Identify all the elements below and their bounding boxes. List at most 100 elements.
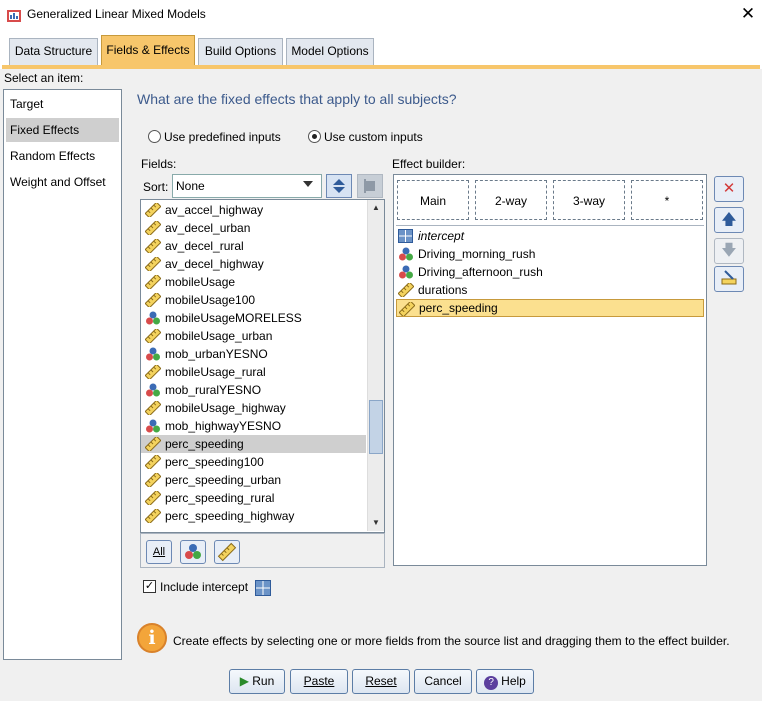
field-item-label: perc_speeding_highway (165, 509, 295, 523)
nav-panel: Target Fixed Effects Random Effects Weig… (3, 89, 122, 660)
field-item[interactable]: mobileUsageMORELESS (141, 309, 366, 327)
drop-zone-main[interactable]: Main (397, 180, 469, 220)
sort-descending-button[interactable] (357, 174, 383, 198)
radio-predefined-inputs[interactable] (148, 130, 161, 143)
edit-effect-button[interactable] (714, 266, 744, 292)
field-item[interactable]: mobileUsage_urban (141, 327, 366, 345)
sort-value: None (176, 179, 205, 193)
field-tools-bar (140, 533, 385, 568)
field-item-label: mob_ruralYESNO (165, 383, 262, 397)
ruler-icon (144, 219, 162, 237)
tab-fields-effects[interactable]: Fields & Effects (101, 35, 195, 66)
field-item-label: mobileUsageMORELESS (165, 311, 302, 325)
nav-item-random-effects[interactable]: Random Effects (6, 144, 119, 168)
field-item[interactable]: mobileUsage100 (141, 291, 366, 309)
info-icon: i (137, 623, 167, 653)
effect-item-label: intercept (418, 229, 465, 243)
field-item[interactable]: av_accel_highway (141, 201, 366, 219)
field-item-label: av_decel_highway (165, 257, 264, 271)
help-button[interactable]: ? Help (476, 669, 534, 694)
effect-item-label: Driving_morning_rush (418, 247, 536, 261)
move-up-button[interactable]: 🡅 (714, 207, 744, 233)
ruler-icon (144, 291, 162, 309)
delete-effect-button[interactable]: ✕ (714, 176, 744, 202)
nominal-icon (145, 383, 161, 397)
radio-predefined-label: Use predefined inputs (164, 130, 281, 144)
nav-item-weight-offset[interactable]: Weight and Offset (6, 170, 119, 194)
effect-item[interactable]: durations (396, 281, 704, 299)
ruler-icon (144, 237, 162, 255)
run-button[interactable]: ▶ Run (229, 669, 285, 694)
window-title: Generalized Linear Mixed Models (27, 7, 206, 21)
close-icon[interactable]: ✕ (736, 4, 760, 26)
builder-divider (396, 225, 704, 226)
field-item[interactable]: perc_speeding_highway (141, 507, 366, 525)
filter-all-button[interactable]: All (146, 540, 172, 564)
ruler-icon (144, 507, 162, 525)
info-text: Create effects by selecting one or more … (173, 634, 730, 648)
field-item[interactable]: av_decel_urban (141, 219, 366, 237)
arrow-up-icon: 🡅 (721, 211, 737, 228)
nominal-icon (398, 247, 414, 261)
field-item-label: av_accel_highway (165, 203, 264, 217)
intercept-icon (398, 229, 414, 243)
tab-model-options[interactable]: Model Options (286, 38, 374, 65)
field-item-label: mobileUsage_rural (165, 365, 266, 379)
field-item[interactable]: mob_highwayYESNO (141, 417, 366, 435)
cancel-button[interactable]: Cancel (414, 669, 472, 694)
ruler-icon (397, 281, 415, 299)
scroll-up-icon[interactable]: ▲ (368, 200, 384, 216)
ruler-icon (144, 399, 162, 417)
field-item-label: mobileUsage100 (165, 293, 256, 307)
tab-build-options[interactable]: Build Options (198, 38, 283, 65)
field-item[interactable]: mobileUsage_highway (141, 399, 366, 417)
field-item[interactable]: perc_speeding (141, 435, 366, 453)
field-item[interactable]: perc_speeding_urban (141, 471, 366, 489)
field-item-label: mobileUsage_highway (165, 401, 286, 415)
effect-item[interactable]: Driving_afternoon_rush (396, 263, 704, 281)
field-item[interactable]: av_decel_rural (141, 237, 366, 255)
fields-scrollbar[interactable]: ▲ ▼ (367, 200, 384, 531)
drop-zone-2way[interactable]: 2-way (475, 180, 547, 220)
field-item-label: perc_speeding100 (165, 455, 264, 469)
filter-nominal-button[interactable] (180, 540, 206, 564)
effect-builder-label: Effect builder: (392, 157, 466, 171)
scroll-down-icon[interactable]: ▼ (368, 515, 384, 531)
drop-zone-3way[interactable]: 3-way (553, 180, 625, 220)
radio-custom-inputs[interactable] (308, 130, 321, 143)
sort-select[interactable]: None (172, 174, 322, 198)
field-item[interactable]: mobileUsage (141, 273, 366, 291)
field-item[interactable]: mob_ruralYESNO (141, 381, 366, 399)
include-intercept-checkbox[interactable]: ✓ (143, 580, 156, 593)
field-item-label: mob_urbanYESNO (165, 347, 268, 361)
reset-label: Reset (365, 674, 397, 688)
paste-button[interactable]: Paste (290, 669, 348, 694)
effect-item[interactable]: perc_speeding (396, 299, 704, 318)
nav-item-fixed-effects[interactable]: Fixed Effects (6, 118, 119, 142)
reset-button[interactable]: Reset (352, 669, 410, 694)
ruler-icon (144, 201, 162, 219)
page-question: What are the fixed effects that apply to… (137, 91, 457, 107)
field-item[interactable]: av_decel_highway (141, 255, 366, 273)
scroll-thumb[interactable] (369, 400, 383, 454)
field-item-label: perc_speeding (165, 437, 244, 451)
arrow-down-icon: 🡇 (721, 242, 737, 259)
drop-zone-star[interactable]: * (631, 180, 703, 220)
effect-item[interactable]: Driving_morning_rush (396, 245, 704, 263)
filter-all-label: All (152, 546, 166, 558)
field-item[interactable]: perc_speeding100 (141, 453, 366, 471)
effect-item-label: durations (418, 283, 468, 297)
field-item[interactable]: perc_speeding_rural (141, 489, 366, 507)
field-item[interactable]: mobileUsage_rural (141, 363, 366, 381)
fields-label: Fields: (141, 157, 177, 171)
ruler-icon (144, 255, 162, 273)
filter-scale-button[interactable] (214, 540, 240, 564)
tab-data-structure[interactable]: Data Structure (9, 38, 98, 65)
chevron-down-icon (303, 181, 313, 187)
field-item[interactable]: mob_urbanYESNO (141, 345, 366, 363)
sort-ascending-button[interactable] (326, 174, 352, 198)
nav-item-target[interactable]: Target (6, 92, 119, 116)
move-down-button[interactable]: 🡇 (714, 238, 744, 264)
effect-item[interactable]: intercept (396, 227, 704, 245)
field-item-label: av_decel_rural (165, 239, 244, 253)
